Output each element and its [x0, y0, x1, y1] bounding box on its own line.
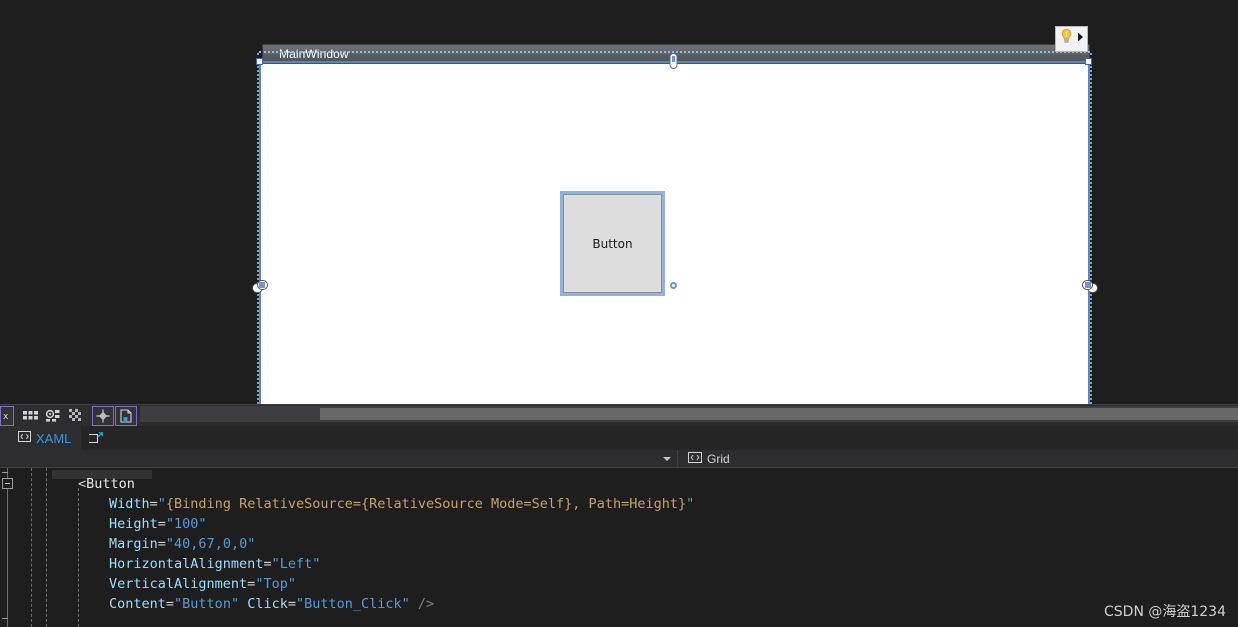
outlining-tick-bottom	[2, 618, 8, 619]
code-token-attr: Content	[109, 596, 166, 612]
selected-element-name: Grid	[707, 451, 730, 466]
designer-horizontal-scrollbar-thumb[interactable]	[320, 408, 1238, 420]
snap-to-snaplines-button[interactable]	[65, 406, 87, 426]
code-token-attr: VerticalAlignment	[109, 576, 248, 592]
resize-handle-top-right[interactable]	[1085, 58, 1092, 65]
code-token-val: "100"	[165, 516, 207, 532]
code-token-val: "Top"	[255, 576, 296, 592]
xaml-code-editor[interactable]: <Button Width="{Binding RelativeSource={R…	[0, 468, 1238, 627]
artboard-background-button[interactable]	[115, 405, 137, 426]
quick-actions-popup[interactable]	[1055, 26, 1088, 52]
lightbulb-icon[interactable]	[1058, 28, 1075, 50]
snap-to-gridlines-button[interactable]	[42, 406, 64, 426]
code-token-punct: <	[78, 476, 87, 492]
zoom-level-button[interactable]: x	[0, 405, 14, 426]
code-token-val: "Left"	[271, 556, 321, 572]
code-token-attr: Width	[109, 496, 150, 512]
alignment-guides-button[interactable]	[92, 405, 114, 426]
editor-outlining-margin[interactable]	[0, 468, 14, 627]
code-icon	[18, 429, 31, 447]
svg-text:x: x	[3, 412, 9, 422]
code-token-attr: Height	[109, 516, 158, 532]
code-line[interactable]: HorizontalAlignment="Left"	[109, 554, 320, 574]
code-line[interactable]: VerticalAlignment="Top"	[109, 574, 296, 594]
indent-guide-2	[46, 468, 47, 627]
outlining-collapse-box[interactable]	[2, 478, 13, 489]
code-token-tag: Button	[86, 476, 135, 492]
design-page[interactable]: Button	[259, 62, 1090, 404]
code-token-eq: =	[157, 536, 166, 552]
code-token-eq: =	[157, 516, 166, 532]
tab-xaml[interactable]: XAML	[0, 426, 82, 450]
code-token-attr: Margin	[109, 536, 158, 552]
resize-handle-top-left[interactable]	[256, 58, 263, 65]
designer-horizontal-scrollbar[interactable]	[140, 406, 1238, 422]
design-button[interactable]: Button	[560, 191, 665, 296]
show-grid-button[interactable]	[19, 406, 41, 426]
code-line[interactable]: Margin="40,67,0,0"	[109, 534, 255, 554]
code-line[interactable]: Height="100"	[109, 514, 207, 534]
indent-guide-1	[31, 468, 32, 627]
code-token-val: "Button"	[174, 596, 240, 612]
outlining-tick	[2, 472, 8, 473]
code-brackets-icon	[688, 450, 702, 468]
element-scope-dropdown[interactable]	[0, 456, 677, 461]
code-line[interactable]: <Button	[78, 474, 135, 494]
code-token-eq: =	[263, 556, 272, 572]
popout-window-icon[interactable]	[85, 427, 107, 449]
xaml-tabstrip[interactable]: XAML	[0, 426, 1238, 450]
triangle-right-icon[interactable]	[1076, 30, 1085, 48]
selection-adorner-right	[1090, 53, 1092, 404]
code-token-eq: =	[287, 596, 296, 612]
outlining-vertical-line	[7, 468, 8, 627]
code-token-val: "	[157, 496, 166, 512]
center-marker	[670, 282, 677, 289]
element-selection-bar[interactable]: Grid	[0, 449, 1238, 468]
chevron-down-icon[interactable]	[663, 456, 671, 461]
indent-guide-3	[78, 488, 79, 627]
code-token-attr: HorizontalAlignment	[109, 556, 264, 572]
code-line[interactable]: Width="{Binding RelativeSource={Relative…	[109, 494, 694, 514]
code-line[interactable]: Content="Button" Click="Button_Click" />	[109, 594, 434, 614]
code-token-val: "	[686, 496, 695, 512]
code-token-close: />	[409, 596, 435, 612]
code-token-eq: =	[149, 496, 158, 512]
code-token-eq	[239, 596, 247, 612]
design-window-title: MainWindow	[279, 47, 349, 61]
design-window-chrome: MainWindow	[262, 44, 1090, 64]
visual-studio-wpf-designer: Button MainWindow x XAML Grid <Button Wi…	[0, 0, 1238, 627]
tab-xaml-label: XAML	[36, 430, 72, 446]
selected-element-dropdown[interactable]: Grid	[677, 449, 1238, 468]
code-token-val: "40,67,0,0"	[165, 536, 256, 552]
design-button-label: Button	[592, 236, 633, 251]
designer-surface[interactable]: Button MainWindow	[0, 0, 1238, 404]
code-token-attr: Click	[247, 596, 288, 612]
code-token-eq: =	[165, 596, 175, 612]
code-token-markup: {Binding RelativeSource={RelativeSource …	[165, 496, 687, 512]
code-token-val: "Button_Click"	[296, 596, 410, 612]
